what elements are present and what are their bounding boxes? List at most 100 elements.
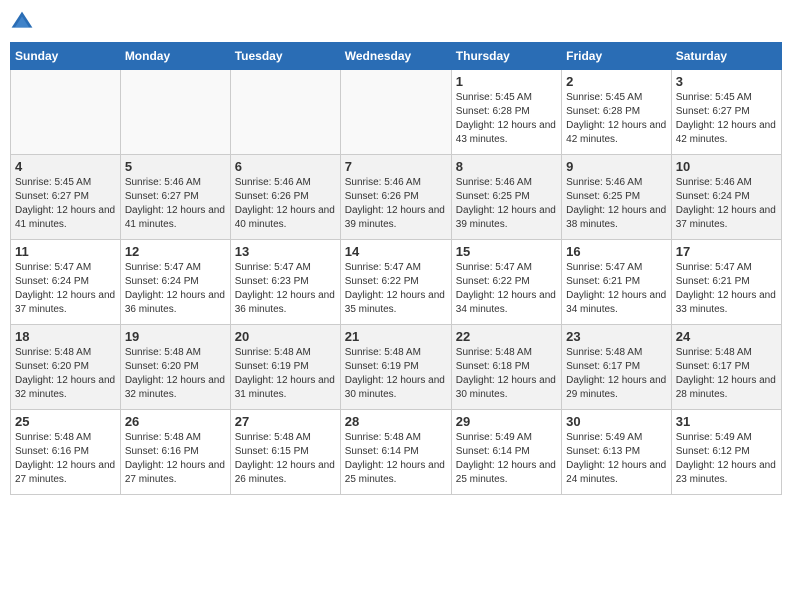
calendar-cell: 26Sunrise: 5:48 AM Sunset: 6:16 PM Dayli… xyxy=(120,410,230,495)
day-number: 27 xyxy=(235,414,336,429)
calendar-cell: 28 Sunrise: 5:48 AM Sunset: 6:14 PM Dayli… xyxy=(340,410,451,495)
calendar-cell xyxy=(120,70,230,155)
day-number: 18 xyxy=(15,329,116,344)
weekday-header-monday: Monday xyxy=(120,43,230,70)
day-detail: Sunrise: 5:47 AM Sunset: 6:22 PM Dayligh… xyxy=(456,261,557,317)
calendar-week-row: 11 Sunrise: 5:47 AM Sunset: 6:24 PM Dayli… xyxy=(11,240,782,325)
calendar-cell: 19 Sunrise: 5:48 AM Sunset: 6:20 PM Dayli… xyxy=(120,325,230,410)
day-number: 21 xyxy=(345,329,447,344)
day-detail: Sunrise: 5:45 AM Sunset: 6:27 PM Dayligh… xyxy=(676,91,777,147)
page-header xyxy=(10,10,782,34)
day-number: 8 xyxy=(456,159,557,174)
calendar-cell: 2Sunrise: 5:45 AM Sunset: 6:28 PM Daylig… xyxy=(562,70,672,155)
day-detail: Sunrise: 5:48 AM Sunset: 6:17 PM Dayligh… xyxy=(566,346,667,402)
day-number: 24 xyxy=(676,329,777,344)
calendar-cell: 8 Sunrise: 5:46 AM Sunset: 6:25 PM Daylig… xyxy=(451,155,561,240)
calendar-cell: 5 Sunrise: 5:46 AM Sunset: 6:27 PM Daylig… xyxy=(120,155,230,240)
day-detail: Sunrise: 5:46 AM Sunset: 6:26 PM Dayligh… xyxy=(235,176,336,232)
calendar-cell: 9 Sunrise: 5:46 AM Sunset: 6:25 PM Daylig… xyxy=(562,155,672,240)
day-number: 14 xyxy=(345,244,447,259)
day-detail: Sunrise: 5:46 AM Sunset: 6:26 PM Dayligh… xyxy=(345,176,447,232)
day-number: 13 xyxy=(235,244,336,259)
calendar-cell: 16 Sunrise: 5:47 AM Sunset: 6:21 PM Dayli… xyxy=(562,240,672,325)
day-detail: Sunrise: 5:45 AM Sunset: 6:27 PM Dayligh… xyxy=(15,176,116,232)
calendar-cell: 12 Sunrise: 5:47 AM Sunset: 6:24 PM Dayli… xyxy=(120,240,230,325)
day-detail: Sunrise: 5:46 AM Sunset: 6:27 PM Dayligh… xyxy=(125,176,226,232)
calendar-cell xyxy=(11,70,121,155)
day-detail: Sunrise: 5:48 AM Sunset: 6:19 PM Dayligh… xyxy=(235,346,336,402)
calendar-cell xyxy=(230,70,340,155)
day-number: 9 xyxy=(566,159,667,174)
calendar-cell: 11 Sunrise: 5:47 AM Sunset: 6:24 PM Dayli… xyxy=(11,240,121,325)
day-detail: Sunrise: 5:47 AM Sunset: 6:22 PM Dayligh… xyxy=(345,261,447,317)
day-number: 22 xyxy=(456,329,557,344)
calendar-cell: 14 Sunrise: 5:47 AM Sunset: 6:22 PM Dayli… xyxy=(340,240,451,325)
calendar-cell: 31 Sunrise: 5:49 AM Sunset: 6:12 PM Dayli… xyxy=(671,410,781,495)
day-detail: Sunrise: 5:48 AM Sunset: 6:19 PM Dayligh… xyxy=(345,346,447,402)
day-detail: Sunrise: 5:49 AM Sunset: 6:13 PM Dayligh… xyxy=(566,431,667,487)
day-detail: Sunrise: 5:47 AM Sunset: 6:23 PM Dayligh… xyxy=(235,261,336,317)
calendar-cell: 25 Sunrise: 5:48 AM Sunset: 6:16 PM Dayli… xyxy=(11,410,121,495)
day-detail: Sunrise: 5:48 AM Sunset: 6:16 PM Dayligh… xyxy=(15,431,116,487)
day-number: 28 xyxy=(345,414,447,429)
day-number: 1 xyxy=(456,74,557,89)
day-number: 10 xyxy=(676,159,777,174)
calendar-cell: 23Sunrise: 5:48 AM Sunset: 6:17 PM Dayli… xyxy=(562,325,672,410)
day-detail: Sunrise: 5:48 AM Sunset: 6:18 PM Dayligh… xyxy=(456,346,557,402)
day-number: 12 xyxy=(125,244,226,259)
calendar-cell: 18 Sunrise: 5:48 AM Sunset: 6:20 PM Dayli… xyxy=(11,325,121,410)
day-detail: Sunrise: 5:46 AM Sunset: 6:24 PM Dayligh… xyxy=(676,176,777,232)
day-number: 30 xyxy=(566,414,667,429)
day-detail: Sunrise: 5:48 AM Sunset: 6:16 PM Dayligh… xyxy=(125,431,226,487)
day-number: 16 xyxy=(566,244,667,259)
day-number: 4 xyxy=(15,159,116,174)
day-detail: Sunrise: 5:46 AM Sunset: 6:25 PM Dayligh… xyxy=(566,176,667,232)
calendar-table: SundayMondayTuesdayWednesdayThursdayFrid… xyxy=(10,42,782,495)
weekday-header-thursday: Thursday xyxy=(451,43,561,70)
calendar-header-row: SundayMondayTuesdayWednesdayThursdayFrid… xyxy=(11,43,782,70)
calendar-cell: 21 Sunrise: 5:48 AM Sunset: 6:19 PM Dayli… xyxy=(340,325,451,410)
day-detail: Sunrise: 5:49 AM Sunset: 6:12 PM Dayligh… xyxy=(676,431,777,487)
day-number: 19 xyxy=(125,329,226,344)
calendar-cell: 10 Sunrise: 5:46 AM Sunset: 6:24 PM Dayli… xyxy=(671,155,781,240)
day-number: 7 xyxy=(345,159,447,174)
day-number: 31 xyxy=(676,414,777,429)
day-detail: Sunrise: 5:47 AM Sunset: 6:24 PM Dayligh… xyxy=(125,261,226,317)
calendar-week-row: 25 Sunrise: 5:48 AM Sunset: 6:16 PM Dayli… xyxy=(11,410,782,495)
day-detail: Sunrise: 5:46 AM Sunset: 6:25 PM Dayligh… xyxy=(456,176,557,232)
day-detail: Sunrise: 5:48 AM Sunset: 6:20 PM Dayligh… xyxy=(15,346,116,402)
logo xyxy=(10,10,38,34)
day-number: 11 xyxy=(15,244,116,259)
weekday-header-sunday: Sunday xyxy=(11,43,121,70)
day-number: 20 xyxy=(235,329,336,344)
day-detail: Sunrise: 5:47 AM Sunset: 6:21 PM Dayligh… xyxy=(676,261,777,317)
logo-icon xyxy=(10,10,34,34)
day-detail: Sunrise: 5:48 AM Sunset: 6:14 PM Dayligh… xyxy=(345,431,447,487)
day-number: 6 xyxy=(235,159,336,174)
weekday-header-friday: Friday xyxy=(562,43,672,70)
calendar-cell: 4 Sunrise: 5:45 AM Sunset: 6:27 PM Daylig… xyxy=(11,155,121,240)
day-number: 5 xyxy=(125,159,226,174)
day-number: 25 xyxy=(15,414,116,429)
day-detail: Sunrise: 5:45 AM Sunset: 6:28 PM Dayligh… xyxy=(456,91,557,147)
weekday-header-wednesday: Wednesday xyxy=(340,43,451,70)
calendar-cell: 1 Sunrise: 5:45 AM Sunset: 6:28 PM Daylig… xyxy=(451,70,561,155)
calendar-cell xyxy=(340,70,451,155)
day-number: 3 xyxy=(676,74,777,89)
day-detail: Sunrise: 5:48 AM Sunset: 6:20 PM Dayligh… xyxy=(125,346,226,402)
calendar-cell: 22 Sunrise: 5:48 AM Sunset: 6:18 PM Dayli… xyxy=(451,325,561,410)
calendar-cell: 20 Sunrise: 5:48 AM Sunset: 6:19 PM Dayli… xyxy=(230,325,340,410)
calendar-cell: 13 Sunrise: 5:47 AM Sunset: 6:23 PM Dayli… xyxy=(230,240,340,325)
day-detail: Sunrise: 5:47 AM Sunset: 6:24 PM Dayligh… xyxy=(15,261,116,317)
calendar-cell: 30 Sunrise: 5:49 AM Sunset: 6:13 PM Dayli… xyxy=(562,410,672,495)
calendar-cell: 6 Sunrise: 5:46 AM Sunset: 6:26 PM Daylig… xyxy=(230,155,340,240)
calendar-cell: 27 Sunrise: 5:48 AM Sunset: 6:15 PM Dayli… xyxy=(230,410,340,495)
calendar-week-row: 4 Sunrise: 5:45 AM Sunset: 6:27 PM Daylig… xyxy=(11,155,782,240)
calendar-cell: 17Sunrise: 5:47 AM Sunset: 6:21 PM Dayli… xyxy=(671,240,781,325)
day-number: 29 xyxy=(456,414,557,429)
day-detail: Sunrise: 5:47 AM Sunset: 6:21 PM Dayligh… xyxy=(566,261,667,317)
weekday-header-tuesday: Tuesday xyxy=(230,43,340,70)
day-detail: Sunrise: 5:48 AM Sunset: 6:15 PM Dayligh… xyxy=(235,431,336,487)
calendar-week-row: 1 Sunrise: 5:45 AM Sunset: 6:28 PM Daylig… xyxy=(11,70,782,155)
calendar-cell: 3 Sunrise: 5:45 AM Sunset: 6:27 PM Daylig… xyxy=(671,70,781,155)
